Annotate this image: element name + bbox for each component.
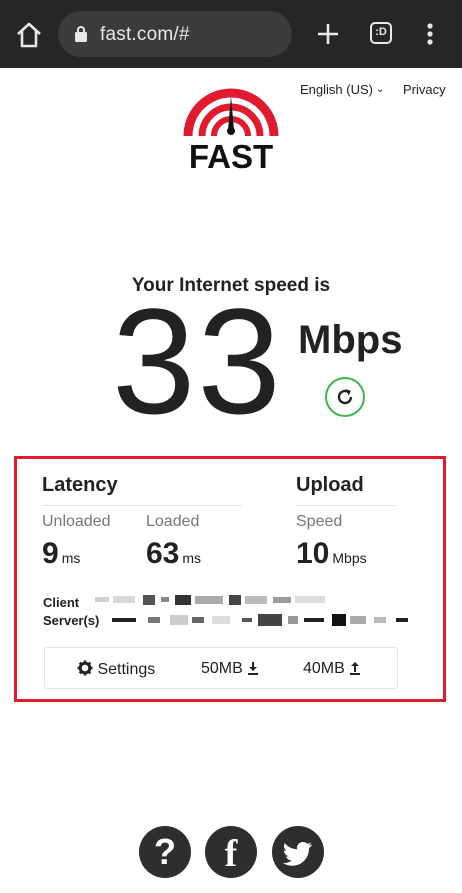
more-menu-icon[interactable] [420, 20, 440, 48]
twitter-icon [282, 841, 313, 866]
fast-logo: FAST [183, 88, 279, 174]
tab-switcher-button[interactable]: :D [370, 22, 392, 44]
privacy-link[interactable]: Privacy [403, 82, 446, 97]
unloaded-value: 9 [42, 537, 59, 570]
upload-title: Upload [296, 474, 364, 496]
help-icon: ? [154, 831, 176, 872]
unloaded-latency: 9 ms [42, 537, 80, 571]
new-tab-icon[interactable] [314, 20, 342, 48]
client-info-redacted [95, 595, 325, 605]
download-size: 50MB [201, 660, 259, 678]
loaded-latency: 63 ms [146, 537, 201, 571]
upload-speed: 10 Mbps [296, 537, 367, 571]
twitter-button[interactable] [272, 826, 324, 878]
upload-size-value: 40MB [303, 660, 345, 677]
upload-value: 10 [296, 537, 330, 570]
home-icon[interactable] [14, 20, 44, 50]
address-bar[interactable]: fast.com/# [58, 11, 292, 57]
upload-speed-label: Speed [296, 513, 343, 530]
chevron-down-icon: ⌄ [375, 84, 385, 95]
speed-value: 33 [112, 277, 283, 445]
server-info-redacted [112, 614, 408, 626]
speed-unit: Mbps [298, 318, 403, 362]
facebook-icon: f [224, 833, 238, 875]
settings-label: Settings [97, 661, 156, 678]
upload-divider [296, 505, 396, 506]
refresh-icon [337, 389, 353, 405]
help-button[interactable]: ? [139, 826, 191, 878]
upload-icon [350, 662, 361, 675]
download-icon [248, 662, 259, 675]
loaded-label: Loaded [146, 513, 200, 530]
test-config-bar: Settings 50MB 40MB [44, 647, 398, 689]
download-size-value: 50MB [201, 660, 243, 677]
client-label: Client [43, 595, 80, 610]
lock-icon [75, 26, 87, 42]
browser-toolbar: fast.com/# :D [0, 0, 462, 68]
facebook-button[interactable]: f [205, 826, 257, 878]
language-label: English (US) [300, 82, 373, 97]
upload-unit: Mbps [332, 550, 367, 566]
gear-icon [77, 660, 93, 676]
latency-title: Latency [42, 474, 118, 496]
upload-size: 40MB [303, 660, 361, 678]
loaded-unit: ms [182, 550, 202, 566]
settings-button[interactable]: Settings [77, 660, 155, 679]
logo-text: FAST [189, 138, 273, 174]
unloaded-label: Unloaded [42, 513, 111, 530]
language-selector[interactable]: English (US) ⌄ [300, 82, 384, 97]
latency-divider [42, 505, 242, 506]
loaded-value: 63 [146, 537, 180, 570]
refresh-button[interactable] [325, 377, 365, 417]
servers-label: Server(s) [43, 613, 100, 628]
url-text: fast.com/# [100, 24, 190, 45]
unloaded-unit: ms [61, 550, 81, 566]
